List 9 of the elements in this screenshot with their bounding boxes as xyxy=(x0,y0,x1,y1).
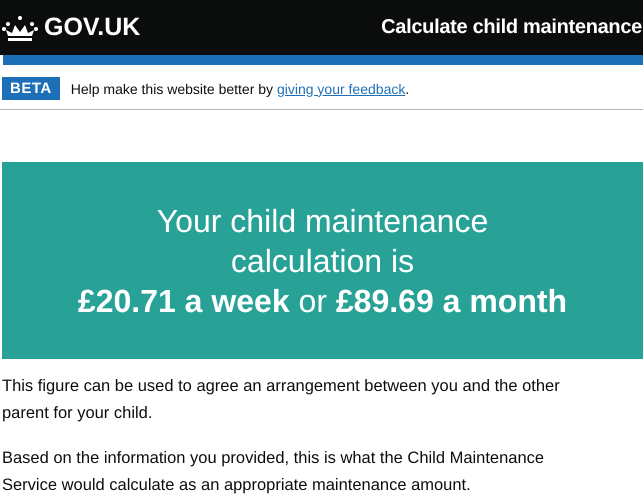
govuk-logo[interactable]: GOV.UK xyxy=(44,13,140,42)
body-paragraph: Based on the information you provided, this is what the Child Maintenance Service would calculate as an appropriate maintenance amount. xyxy=(2,448,546,495)
feedback-text: Help make this website better by giving your feedback. xyxy=(70,80,410,96)
crown-icon xyxy=(2,14,38,42)
feedback-link[interactable]: giving your feedback xyxy=(276,80,406,96)
phase-tag: BETA xyxy=(2,77,60,100)
service-name[interactable]: Calculate child maintenance xyxy=(381,16,642,39)
panel-amount: £20.71 a week or £89.69 a month xyxy=(78,282,568,320)
body-paragraph: This figure can be used to agree an arrangement between you and the other parent for your child. xyxy=(2,376,561,424)
